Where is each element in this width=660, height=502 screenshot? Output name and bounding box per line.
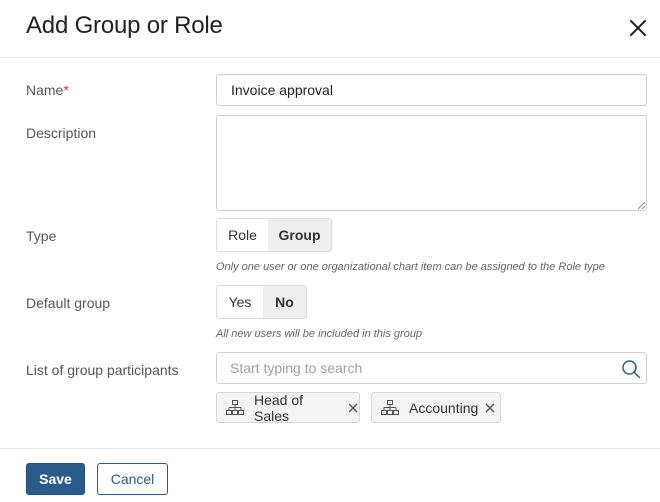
dialog-title: Add Group or Role <box>26 12 223 39</box>
default-group-segmented-control: Yes No <box>216 285 307 319</box>
participants-search-input[interactable] <box>230 353 610 383</box>
type-segmented-control: Role Group <box>216 218 332 252</box>
name-label-text: Name <box>26 82 64 98</box>
participants-search <box>216 352 647 384</box>
save-button[interactable]: Save <box>26 463 85 495</box>
cancel-button[interactable]: Cancel <box>97 463 168 495</box>
required-mark: * <box>63 82 69 98</box>
type-label: Type <box>26 228 57 244</box>
resize-grip-icon[interactable] <box>636 200 646 210</box>
remove-chip-icon[interactable] <box>484 402 496 414</box>
remove-chip-icon[interactable] <box>347 402 359 414</box>
participant-chip: Head of Sales <box>216 391 360 424</box>
chip-label: Head of Sales <box>254 391 304 424</box>
close-button[interactable] <box>622 12 654 44</box>
name-field[interactable] <box>216 74 647 106</box>
dialog-header: Add Group or Role <box>0 0 660 58</box>
type-option-group[interactable]: Group <box>268 219 331 251</box>
default-group-option-no[interactable]: No <box>263 286 306 318</box>
close-icon <box>630 20 646 36</box>
type-option-role[interactable]: Role <box>217 219 268 251</box>
description-label: Description <box>26 125 97 141</box>
type-hint: Only one user or one organizational char… <box>216 261 605 273</box>
default-group-option-yes[interactable]: Yes <box>217 286 263 318</box>
description-field[interactable] <box>216 115 647 211</box>
participant-chip: Accounting <box>371 392 501 423</box>
org-chart-icon <box>381 399 399 416</box>
name-label: Name* <box>26 82 69 98</box>
participants-label: List of group participants <box>26 362 179 378</box>
default-group-label: Default group <box>26 295 111 311</box>
org-chart-icon <box>226 399 244 416</box>
chip-label: Accounting <box>409 399 479 416</box>
search-icon[interactable] <box>621 359 641 379</box>
default-group-hint: All new users will be included in this g… <box>216 328 423 340</box>
